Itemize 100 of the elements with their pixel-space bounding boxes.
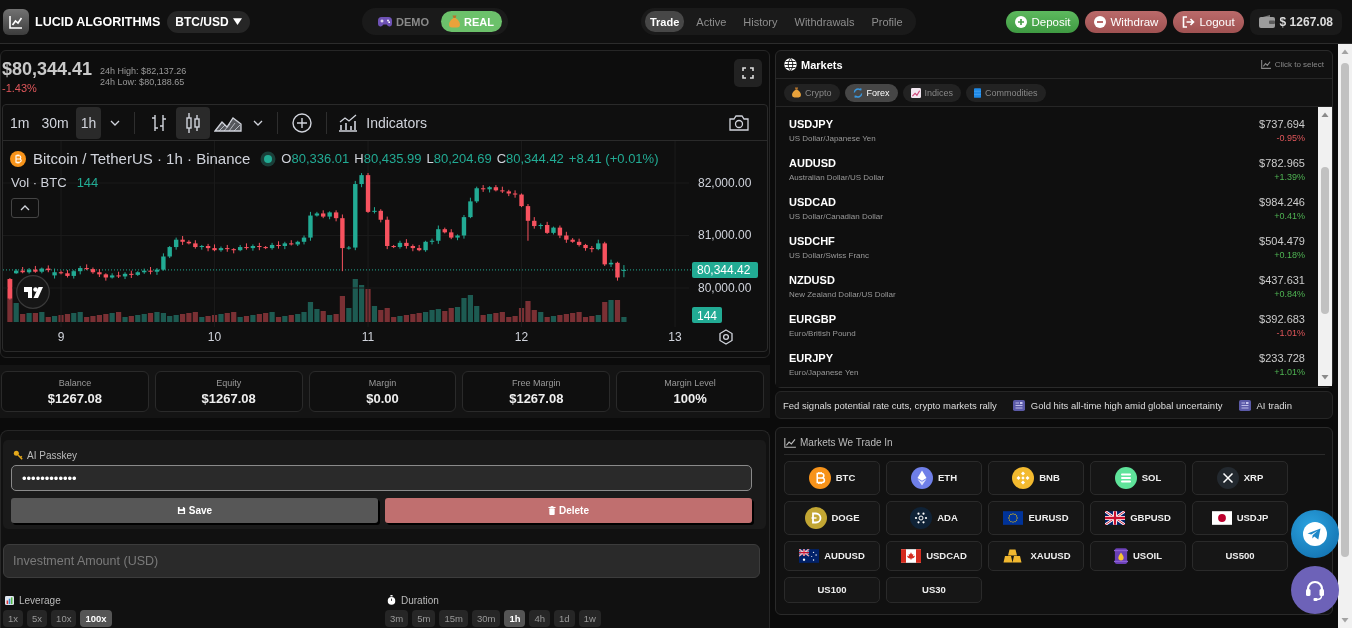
- market-price: $504.479: [1259, 234, 1305, 248]
- market-tile[interactable]: AUDUSD: [784, 541, 880, 571]
- volume-value: 144: [76, 175, 99, 190]
- crate-icon: [974, 87, 982, 98]
- fullscreen-icon: [742, 67, 754, 79]
- delete-button[interactable]: Delete: [385, 498, 752, 523]
- leverage-option[interactable]: 1x: [3, 610, 24, 627]
- duration-option[interactable]: 15m: [439, 610, 468, 627]
- market-category-tab[interactable]: Indices: [902, 83, 962, 102]
- bitcoin-icon: [10, 150, 26, 167]
- canada-flag-icon: [901, 549, 922, 563]
- market-name: US Dollar/Swiss Franc: [789, 250, 869, 261]
- logout-button[interactable]: Logout: [1173, 10, 1244, 33]
- low-price: 24h Low: $80,188.65: [100, 77, 186, 88]
- market-tile[interactable]: US500: [1192, 541, 1288, 571]
- markets-title: Markets: [801, 58, 843, 71]
- pair-selector[interactable]: BTC/USD: [167, 10, 250, 33]
- market-tile[interactable]: BNB: [988, 461, 1084, 495]
- duration-label: Duration: [401, 594, 439, 606]
- market-tile[interactable]: DOGE: [784, 501, 880, 535]
- duration-option[interactable]: 30m: [471, 610, 501, 627]
- market-tile[interactable]: USOIL: [1090, 541, 1186, 571]
- bar-chart-icon: [5, 595, 14, 605]
- duration-option[interactable]: 1w: [578, 610, 601, 627]
- uk-flag-icon: [1105, 511, 1126, 525]
- market-tile[interactable]: GBPUSD: [1090, 501, 1186, 535]
- indicators-button[interactable]: Indicators: [334, 106, 431, 139]
- market-change: -1.01%: [1276, 328, 1305, 339]
- stat-label: Free Margin: [512, 377, 561, 388]
- line-chart-logo-icon: [3, 8, 29, 35]
- oil-barrel-icon: [1114, 547, 1128, 565]
- nav-tab[interactable]: Trade: [644, 11, 685, 32]
- market-price: $233.728: [1259, 351, 1305, 365]
- japan-flag-icon: [1211, 511, 1232, 525]
- price-change: -1.43%: [2, 81, 38, 95]
- leverage-option[interactable]: 100x: [80, 610, 112, 627]
- leverage-option[interactable]: 5x: [27, 610, 48, 627]
- market-tile[interactable]: EURUSD: [988, 501, 1084, 535]
- duration-option[interactable]: 1h: [504, 610, 526, 627]
- market-tile[interactable]: US30: [886, 577, 982, 603]
- ohlc-value: 80,204.69: [433, 151, 492, 166]
- market-tile[interactable]: ETH: [886, 461, 982, 495]
- market-tile[interactable]: US100: [784, 577, 880, 603]
- duration-option[interactable]: 4h: [529, 610, 551, 627]
- market-tile[interactable]: XRP: [1192, 461, 1288, 495]
- market-tile[interactable]: XAUUSD: [988, 541, 1084, 571]
- market-price: $392.683: [1259, 312, 1305, 326]
- save-button[interactable]: Save: [11, 498, 378, 523]
- select-hint: Click to select: [1274, 60, 1324, 69]
- market-tile[interactable]: USDJP: [1192, 501, 1288, 535]
- news-headline[interactable]: Fed signals potential rate cuts, crypto markets rally: [783, 399, 997, 411]
- candlestick-icon: [184, 111, 203, 134]
- nav-tab[interactable]: Withdrawals: [789, 11, 860, 32]
- gamepad-icon: [378, 16, 392, 27]
- market-symbol[interactable]: EURGBP: [789, 312, 856, 326]
- market-category-tab[interactable]: Commodities: [966, 83, 1046, 102]
- news-headline[interactable]: Gold hits all-time high amid global uncertainty: [1030, 399, 1223, 411]
- status-dot-icon: [260, 150, 277, 167]
- list-scrollbar[interactable]: [1318, 107, 1332, 386]
- market-price: $782.965: [1259, 156, 1305, 170]
- camera-icon: [729, 114, 749, 131]
- nav-tab[interactable]: Active: [691, 11, 732, 32]
- settings-icon[interactable]: [719, 329, 733, 345]
- market-tile[interactable]: BTC: [784, 461, 880, 495]
- market-tile[interactable]: USDCAD: [886, 541, 982, 571]
- nav-tab[interactable]: History: [738, 11, 783, 32]
- duration-option[interactable]: 3m: [385, 610, 409, 627]
- line-chart-icon: [784, 437, 796, 448]
- coin-icon: [1012, 467, 1035, 489]
- market-symbol[interactable]: NZDUSD: [789, 273, 896, 287]
- plus-circle-icon: [292, 112, 313, 133]
- news-headline[interactable]: AI tradin: [1256, 399, 1292, 411]
- ref-line-label: 80,344.42: [697, 263, 751, 278]
- interval-button[interactable]: 1h: [75, 106, 102, 139]
- chart-style-button[interactable]: [176, 106, 211, 139]
- passkey-field[interactable]: ••••••••••••: [11, 465, 752, 491]
- mode-tab[interactable]: DEMO: [374, 11, 433, 32]
- market-tile[interactable]: SOL: [1090, 461, 1186, 495]
- market-category-tab[interactable]: Forex: [844, 83, 898, 102]
- market-category-tab[interactable]: Crypto: [784, 83, 840, 102]
- market-tile[interactable]: ADA: [886, 501, 982, 535]
- market-symbol[interactable]: USDCAD: [789, 195, 883, 209]
- money-bag-icon: [792, 87, 801, 98]
- nav-tab[interactable]: Profile: [866, 11, 908, 32]
- market-symbol[interactable]: USDJPY: [789, 117, 876, 131]
- interval-button[interactable]: 30m: [36, 106, 74, 139]
- market-symbol[interactable]: AUDUSD: [789, 156, 885, 170]
- caret-icon: [232, 18, 242, 25]
- collapse-button[interactable]: [11, 198, 39, 218]
- investment-amount-field[interactable]: Investment Amount (USD): [3, 544, 760, 578]
- market-name: Australian Dollar/US Dollar: [789, 172, 885, 183]
- market-symbol[interactable]: USDCHF: [789, 234, 869, 248]
- leverage-option[interactable]: 10x: [51, 610, 77, 627]
- interval-button[interactable]: 1m: [5, 106, 35, 139]
- duration-option[interactable]: 1d: [554, 610, 575, 627]
- market-symbol[interactable]: EURJPY: [789, 351, 859, 365]
- withdraw-button[interactable]: Withdraw: [1085, 10, 1168, 33]
- duration-option[interactable]: 5m: [412, 610, 436, 627]
- page-scrollbar[interactable]: [1338, 44, 1352, 628]
- fullscreen-button[interactable]: [734, 59, 762, 87]
